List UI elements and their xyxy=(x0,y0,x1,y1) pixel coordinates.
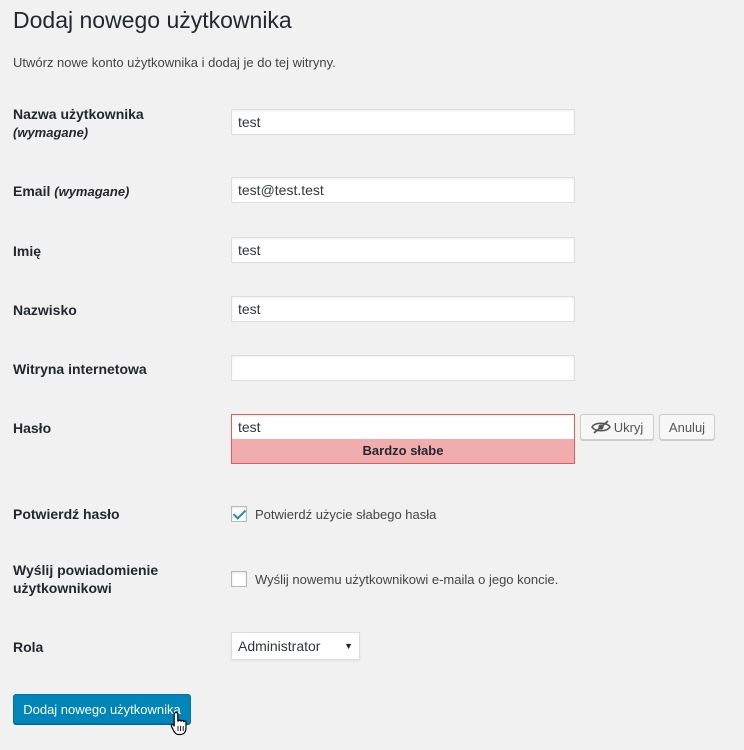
last-name-label: Nazwisko xyxy=(13,302,77,318)
confirm-weak-password-row[interactable]: Potwierdź użycie słabego hasła xyxy=(231,506,436,522)
hide-password-label: Ukryj xyxy=(613,419,644,435)
notify-user-row[interactable]: Wyślij nowemu użytkownikowi e-maila o je… xyxy=(231,571,558,587)
page-title: Dodaj nowego użytkownika xyxy=(13,7,292,33)
hand-cursor-icon xyxy=(170,711,187,736)
dropdown-arrow-icon: ▼ xyxy=(344,641,353,651)
email-input[interactable] xyxy=(231,177,575,203)
confirm-weak-password-checkbox[interactable] xyxy=(231,506,247,522)
website-input[interactable] xyxy=(231,355,575,381)
add-user-button[interactable]: Dodaj nowego użytkownika xyxy=(13,694,191,724)
notify-user-checkbox[interactable] xyxy=(231,571,247,587)
notify-label: Wyślij powiadomienie użytkownikowi xyxy=(13,562,159,596)
role-select[interactable]: Administrator ▼ xyxy=(231,632,360,660)
role-selected-value: Administrator xyxy=(238,638,321,654)
username-input[interactable] xyxy=(231,109,575,135)
hide-password-button[interactable]: Ukryj xyxy=(580,414,654,440)
password-label: Hasło xyxy=(13,420,52,436)
confirm-password-label: Potwierdź hasło xyxy=(13,506,120,522)
username-label: Nazwa użytkownika (wymagane) xyxy=(13,106,144,140)
password-strength-meter: Bardzo słabe xyxy=(231,439,575,464)
cancel-password-button[interactable]: Anuluj xyxy=(659,414,715,440)
role-label: Rola xyxy=(13,639,44,655)
required-note: (wymagane) xyxy=(13,125,89,140)
password-input[interactable] xyxy=(231,414,575,440)
website-label: Witryna internetowa xyxy=(13,361,147,377)
first-name-label: Imię xyxy=(13,243,42,259)
email-label: Email (wymagane) xyxy=(13,183,130,199)
notify-user-text: Wyślij nowemu użytkownikowi e-maila o je… xyxy=(255,571,559,587)
last-name-input[interactable] xyxy=(231,296,575,322)
required-note: (wymagane) xyxy=(54,184,130,199)
confirm-weak-password-text: Potwierdź użycie słabego hasła xyxy=(255,506,437,522)
page-subtitle: Utwórz nowe konto użytkownika i dodaj je… xyxy=(13,55,336,70)
eye-slash-icon xyxy=(590,420,611,434)
first-name-input[interactable] xyxy=(231,237,575,263)
